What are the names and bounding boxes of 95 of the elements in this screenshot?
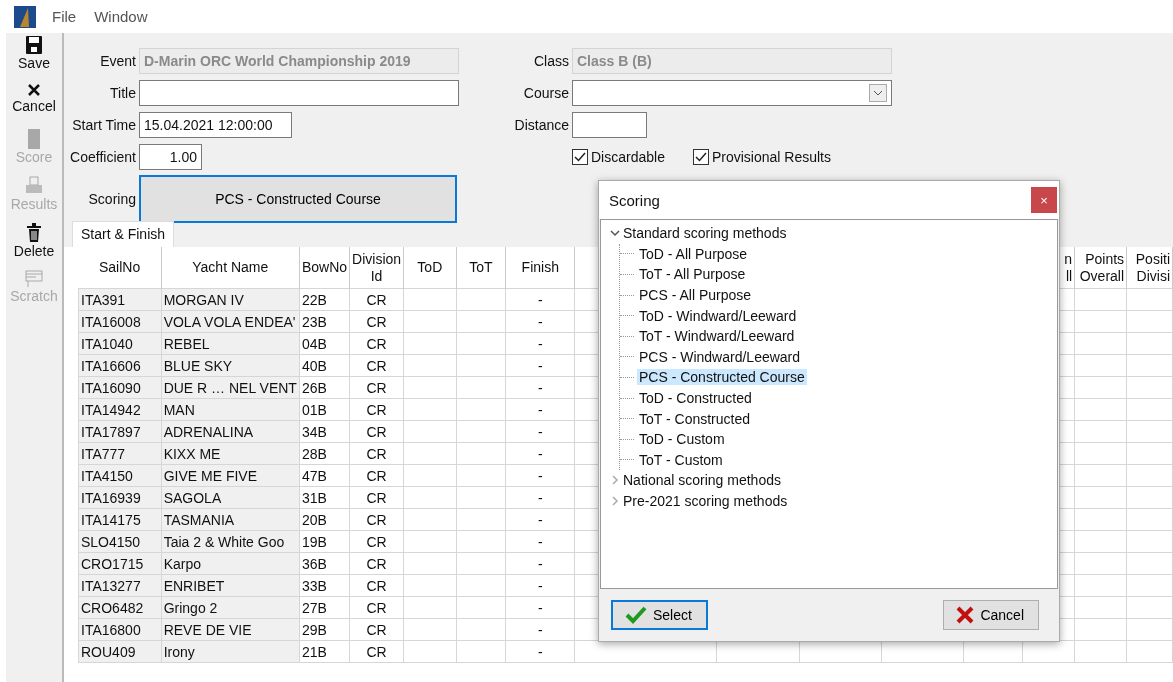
table-cell: ENRIBET: [161, 574, 300, 597]
checkbox-label: Discardable: [591, 149, 665, 165]
table-cell: GIVE ME FIVE: [161, 464, 300, 487]
close-icon: [26, 82, 42, 98]
table-cell: ITA16008: [78, 310, 162, 333]
toolbar-button[interactable]: Cancel: [7, 82, 61, 127]
table-cell: ADRENALINA: [161, 420, 300, 443]
tree-item[interactable]: ToT - Constructed: [637, 410, 752, 427]
table-cell: MORGAN IV: [161, 288, 300, 311]
field-label: Event: [100, 53, 136, 69]
table-cell: ITA391: [78, 288, 162, 311]
table-cell: SLO4150: [78, 530, 162, 553]
title-input-field[interactable]: [139, 80, 459, 106]
check-icon: [625, 606, 647, 624]
start-time-input-field[interactable]: 15.04.2021 12:00:00: [139, 112, 292, 138]
tree-item[interactable]: Pre-2021 scoring methods: [621, 493, 790, 509]
table-cell: ROU409: [78, 640, 162, 663]
table-cell: -: [505, 288, 575, 311]
menu-item[interactable]: File: [50, 8, 79, 25]
table-cell: TASMANIA: [161, 508, 300, 531]
tree-item[interactable]: ToD - All Purpose: [637, 245, 750, 262]
field-label: Class: [534, 53, 569, 69]
event-field: D-Marin ORC World Championship 2019: [139, 48, 459, 74]
column-header: Points Overall: [1078, 250, 1125, 285]
field-label: Scoring: [88, 191, 136, 207]
dialog-title: Scoring: [609, 191, 660, 209]
dialog-button[interactable]: Select: [611, 600, 708, 630]
table-cell: CRO6482: [78, 596, 162, 619]
course-dropdown[interactable]: [572, 80, 892, 106]
table-cell: Gringo 2: [161, 596, 300, 619]
table-cell: Irony: [161, 640, 300, 663]
tree-item[interactable]: PCS - Windward/Leeward: [637, 348, 803, 365]
bar-icon: [28, 129, 40, 149]
tree-item[interactable]: ToT - Custom: [637, 451, 725, 468]
chevron-right-icon[interactable]: [609, 475, 621, 486]
column-header: n ll: [1063, 250, 1073, 285]
table-cell: ITA1040: [78, 332, 162, 355]
table-cell: VOLA VOLA ENDEA': [161, 310, 300, 333]
tree-item[interactable]: PCS - Constructed Course: [637, 369, 807, 386]
table-cell: ITA13277: [78, 574, 162, 597]
checkbox[interactable]: [692, 149, 709, 165]
tree-item[interactable]: National scoring methods: [621, 472, 783, 489]
chevron-down-icon[interactable]: [609, 228, 621, 239]
printer-icon: [25, 176, 43, 196]
dialog-button[interactable]: Cancel: [943, 600, 1039, 630]
table-cell: CRO1715: [78, 552, 162, 575]
trash-icon: [26, 223, 42, 243]
chevron-right-icon[interactable]: [609, 496, 621, 506]
table-cell: ITA14175: [78, 508, 162, 531]
tree-item[interactable]: PCS - All Purpose: [637, 287, 754, 304]
table-cell: ITA16606: [78, 354, 162, 377]
tab[interactable]: Start & Finish: [72, 221, 175, 247]
tree-item[interactable]: ToD - Constructed: [637, 390, 754, 407]
distance-input-field[interactable]: [572, 112, 647, 138]
table-cell: DUE R … NEL VENT: [161, 376, 300, 399]
table-cell: CR: [349, 288, 404, 311]
table-cell: BLUE SKY: [161, 354, 300, 377]
field-label: Coefficient: [70, 149, 136, 165]
checkbox[interactable]: [572, 149, 588, 165]
checkbox-label: Provisional Results: [711, 149, 831, 165]
tree-item[interactable]: Standard scoring methods: [621, 225, 789, 242]
toolbar-button[interactable]: Delete: [7, 223, 61, 268]
table-cell: ITA4150: [78, 464, 162, 487]
table-cell: ITA16939: [78, 486, 162, 509]
table-cell: SAGOLA: [161, 486, 300, 509]
field-label: Start Time: [72, 117, 136, 133]
table-cell: ITA16090: [78, 376, 162, 399]
tree-item[interactable]: ToT - Windward/Leeward: [637, 328, 797, 345]
table-cell: ITA17897: [78, 420, 162, 443]
close-button[interactable]: ×: [1031, 187, 1057, 213]
table-cell: Karpo: [161, 552, 300, 575]
table-cell: KIXX ME: [161, 442, 300, 465]
class-field: Class B (B): [572, 48, 892, 74]
table-cell: MAN: [161, 398, 300, 421]
table-cell: ITA16800: [78, 618, 162, 641]
table-cell: Taia 2 & White Goo: [161, 530, 300, 553]
field-label: Title: [110, 85, 136, 101]
flag-icon: [25, 270, 43, 288]
scoring-button[interactable]: PCS - Constructed Course: [139, 175, 457, 223]
toolbar-button[interactable]: Save: [7, 35, 61, 80]
table-cell: REVE DE VIE: [161, 618, 300, 641]
tree-item[interactable]: ToT - All Purpose: [637, 266, 748, 283]
tree-item[interactable]: ToD - Custom: [637, 431, 727, 448]
menu-item[interactable]: Window: [92, 8, 150, 25]
field-label: Course: [523, 85, 569, 101]
coefficient-input-field[interactable]: 1.00: [139, 144, 202, 170]
close-icon: [956, 606, 975, 624]
table-cell: ITA14942: [78, 398, 162, 421]
table-cell: REBEL: [161, 332, 300, 355]
tree-item[interactable]: ToD - Windward/Leeward: [637, 307, 799, 324]
table-cell: 22B: [299, 288, 350, 311]
table-cell: ITA777: [78, 442, 162, 465]
field-label: Distance: [514, 117, 569, 133]
column-header: Positi Divisi: [1134, 250, 1170, 285]
app-logo-icon: [14, 5, 36, 28]
